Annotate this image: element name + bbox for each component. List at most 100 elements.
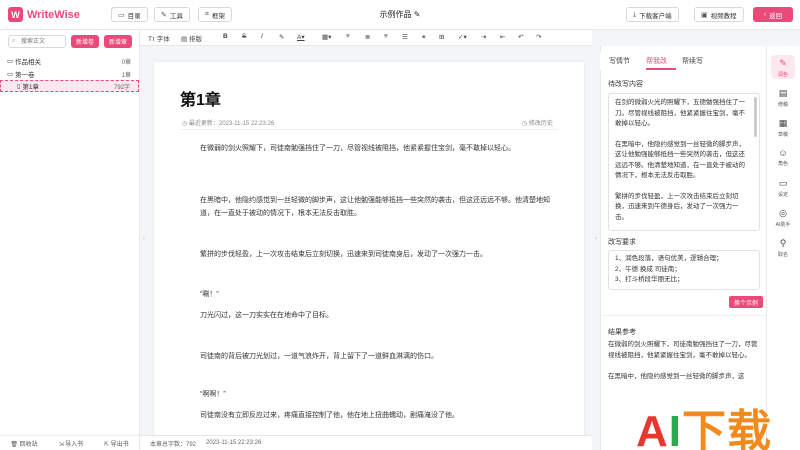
frame-label: 框架 [211, 12, 225, 20]
tree-item-count: 0章 [121, 59, 131, 66]
draft-icon: ▦ [778, 118, 788, 128]
back-button[interactable]: ‹ 返回 [753, 7, 793, 22]
catalog-button[interactable]: ▭ 目录 [111, 7, 148, 22]
frame-icon: ⌗ [205, 10, 209, 18]
assistant-tabs: 写情节 帮我改 帮续写 [600, 52, 766, 70]
font-button[interactable]: Tт 字体 [148, 33, 170, 43]
folder-icon: ▭ [7, 58, 15, 65]
tree-item-count: 792字 [113, 84, 130, 91]
outdent-icon[interactable]: ⇤ [500, 33, 505, 41]
folder-icon: ▭ [7, 71, 15, 78]
editor-page[interactable]: 第1章 ◷ 最近更新：2023-11-15 22:23:26 ◷ 修改历史 在微… [154, 62, 584, 442]
search-input[interactable] [8, 35, 66, 48]
align-right-icon[interactable]: ≡ [384, 33, 388, 40]
table-icon[interactable]: ⊞ [439, 33, 444, 41]
tree-item-works-related[interactable]: ▭ 作品相关 0章 [0, 55, 139, 67]
strikethrough-icon[interactable]: S [242, 33, 246, 40]
result-paragraph: 在微弱的剑火照耀下，司徒南勉强挡住了一刀，尽管视线被阻挡，他紧紧握住宝剑，毫不敢… [608, 341, 758, 359]
align-center-icon[interactable]: ≣ [365, 33, 370, 41]
redo-icon[interactable]: ↷ [536, 33, 541, 41]
export-label: 导出书 [110, 441, 129, 448]
tools-icon: ✎ [161, 11, 167, 19]
scrollbar[interactable] [754, 97, 757, 137]
watermark-text: 下载 [682, 407, 773, 450]
new-volume-button[interactable]: 新增卷 [71, 35, 99, 48]
chapter-title[interactable]: 第1章 [180, 86, 221, 110]
pending-content-label: 待改写内容 [608, 81, 643, 88]
video-tutorial-button[interactable]: ▣ 视频教程 [694, 7, 744, 22]
export-book-button[interactable]: ⇱ 导出书 [104, 439, 129, 448]
paragraph: 司徒南的背后被刀光划过，一道气浪炸开，背上留下了一道鲜血淋漓的伤口。 [200, 353, 438, 360]
status-time: 2023-11-15 22:23:26 [206, 440, 262, 446]
watermark-logo: AI下载 [636, 395, 772, 450]
change-example-button[interactable]: 换个示例 [729, 296, 763, 308]
tree-item-volume-1[interactable]: ▭ 第一卷 1章 [0, 68, 139, 80]
paragraph: 在微弱的剑火照耀下，司徒南勉强挡住了一刀，尽管视线被阻挡，他紧紧握住宝剑，毫不敢… [200, 145, 515, 152]
document-title-text: 示例作品 [379, 10, 412, 19]
logo-icon: W [8, 7, 23, 22]
video-label: 视频教程 [710, 12, 737, 20]
recycle-label: 回收站 [19, 441, 38, 448]
pending-content-box[interactable]: 在剑的微弱火光的照耀下，五德勉强挡住了一刀。尽管视线被阻挡，他紧紧握住宝剑，毫不… [608, 93, 760, 231]
check-icon[interactable]: ✓▾ [458, 33, 467, 41]
collapse-left-icon[interactable]: ‹ [143, 236, 145, 242]
divider [600, 315, 766, 316]
tree-item-count: 1章 [121, 72, 131, 79]
indent-icon[interactable]: ⇥ [481, 33, 486, 41]
rail-item-label: 设定 [777, 192, 788, 198]
italic-icon[interactable]: I [261, 33, 263, 40]
bold-icon[interactable]: B [223, 33, 228, 40]
rail-item-polish[interactable]: ✎ 润色 [766, 58, 800, 78]
edit-title-icon[interactable]: ✎ [414, 10, 421, 19]
divider [180, 129, 558, 130]
revise-icon: ▤ [778, 88, 788, 98]
polish-icon: ✎ [779, 58, 787, 68]
history-link[interactable]: ◷ 修改历史 [522, 118, 553, 127]
recycle-bin-button[interactable]: 🗑 回收站 [10, 439, 37, 448]
search-icon: ⌕ [12, 38, 16, 44]
rail-item-label: 取名 [777, 252, 788, 258]
tools-button[interactable]: ✎ 工具 [154, 7, 190, 22]
requirements-input[interactable]: 1、润色段落，语句优美，逻辑合理； 2、午德 换成 司徒南； 3、打斗桥段华丽无… [608, 250, 760, 290]
naming-icon: ⚲ [779, 238, 787, 248]
requirement-line: 1、润色段落，语句优美，逻辑合理； [615, 255, 723, 262]
folder-icon: ▭ [118, 11, 125, 19]
watermark-letter: I [668, 407, 683, 450]
rail-item-draft[interactable]: ▦ 草稿 [766, 118, 800, 138]
watermark-letter: A [636, 407, 669, 450]
pending-paragraph: 在剑的微弱火光的照耀下，五德勉强挡住了一刀。尽管视线被阻挡，他紧紧握住宝剑，毫不… [615, 99, 745, 127]
align-left-icon[interactable]: ≡ [346, 33, 350, 40]
rail-item-revise[interactable]: ▤ 修稿 [766, 88, 800, 108]
tab-rewrite[interactable]: 帮我改 [646, 56, 667, 66]
rail-item-label: 润色 [777, 72, 788, 78]
tools-label: 工具 [169, 12, 183, 20]
rail-item-label: 草稿 [777, 132, 788, 138]
link-icon[interactable]: ⚭ [421, 33, 426, 41]
requirement-line: 3、打斗桥段华丽无比； [615, 276, 684, 283]
history-label: 修改历史 [528, 121, 553, 127]
frame-button[interactable]: ⌗ 框架 [198, 7, 232, 22]
layout-button[interactable]: ▤ 排版 [181, 33, 202, 43]
tree-item-label: 第1章 [22, 84, 40, 91]
font-icon: Tт [148, 36, 157, 43]
import-book-button[interactable]: ⇲ 导入书 [58, 439, 83, 448]
paragraph: “唰！” [200, 291, 219, 298]
rail-item-naming[interactable]: ⚲ 取名 [766, 238, 800, 258]
rail-item-ai-assistant[interactable]: ◎ AI助手 [766, 208, 800, 228]
tree-item-chapter-1[interactable]: ▯ 第1章 792字 [0, 80, 139, 92]
history-icon: ◷ [522, 121, 529, 127]
background-color-icon[interactable]: ▦▾ [322, 33, 331, 41]
download-client-button[interactable]: ⤓ 下载客户端 [626, 7, 679, 22]
highlight-icon[interactable]: ✎ [279, 33, 284, 41]
collapse-right-icon[interactable]: ‹ [595, 236, 597, 242]
undo-icon[interactable]: ↶ [518, 33, 523, 41]
tab-continue[interactable]: 帮续写 [682, 56, 703, 66]
logo[interactable]: W WriteWise [8, 7, 80, 22]
list-icon[interactable]: ☰ [402, 33, 408, 41]
rail-item-characters[interactable]: ☺ 角色 [766, 148, 800, 167]
download-icon: ⤓ [633, 10, 637, 18]
rail-item-settings[interactable]: ▭ 设定 [766, 178, 800, 198]
text-color-icon[interactable]: A▾ [297, 33, 305, 41]
new-chapter-button[interactable]: 新增章 [104, 35, 132, 48]
tab-write-plot[interactable]: 写情节 [609, 56, 630, 66]
